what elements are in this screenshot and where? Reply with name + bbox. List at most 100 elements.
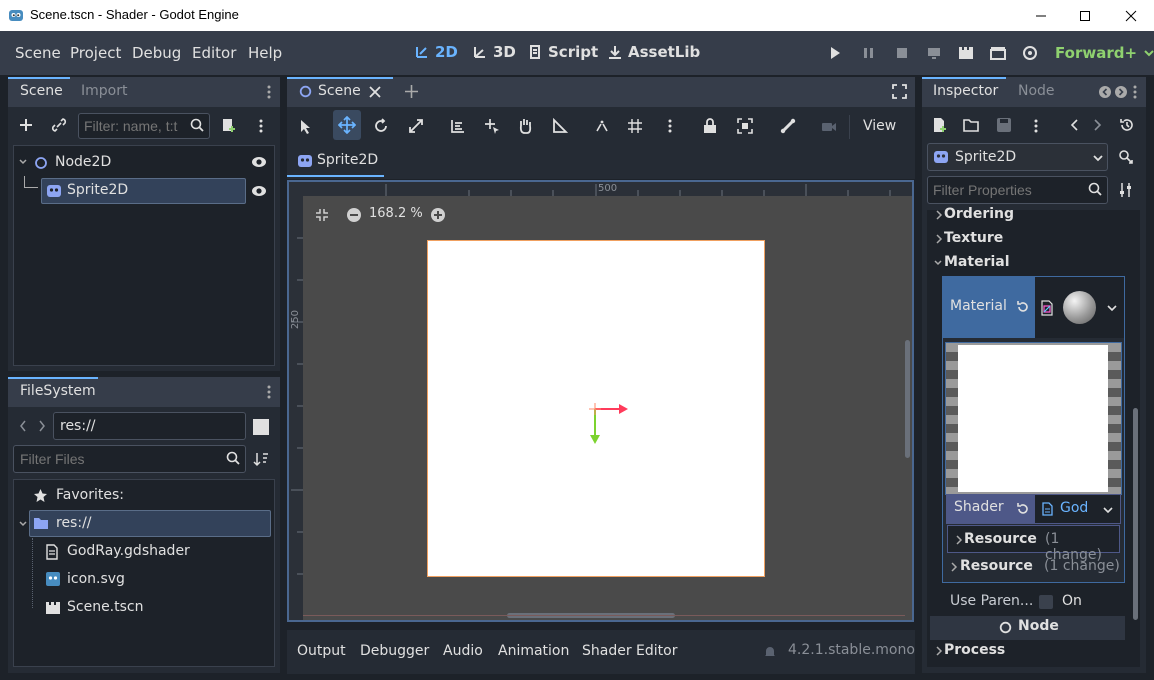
material-resource-row[interactable]: Resource (1 change) [943,553,1124,581]
pause-icon[interactable] [862,46,876,60]
property-options-icon[interactable] [1118,182,1134,198]
close-tab-icon[interactable] [369,86,381,98]
visibility-eye-icon[interactable] [251,184,267,198]
tab-animation[interactable]: Animation [498,643,569,659]
history-icon[interactable] [1119,117,1135,133]
add-node-icon[interactable] [18,117,34,133]
section-ordering[interactable]: Ordering [944,206,1014,222]
menu-debug[interactable]: Debug [132,44,181,62]
dock-menu-icon[interactable] [266,84,272,100]
move-mode-button[interactable] [333,110,361,140]
zoom-out-icon[interactable] [346,207,362,223]
rotate-mode-icon[interactable] [373,118,389,134]
maximize-button[interactable] [1062,0,1108,31]
tab-import[interactable]: Import [81,83,127,99]
snap-options-icon[interactable] [667,118,673,134]
run-scene-icon[interactable] [990,45,1006,61]
zoom-in-icon[interactable] [430,207,446,223]
filter-properties-input[interactable] [927,176,1108,204]
add-tab-icon[interactable] [404,84,419,99]
revert-icon[interactable] [1016,300,1030,314]
grid-snap-icon[interactable] [627,118,643,134]
menu-help[interactable]: Help [248,44,282,62]
list-select-icon[interactable] [450,118,466,134]
section-texture[interactable]: Texture [944,230,1003,246]
tree-node-sprite2d[interactable]: Sprite2D [67,182,128,198]
select-mode-icon[interactable] [299,119,313,135]
stop-icon[interactable] [895,46,909,60]
movie-maker-icon[interactable] [1022,45,1038,61]
revert-icon[interactable] [1016,502,1030,516]
resource-menu-icon[interactable] [1033,118,1039,134]
scene-tab-label[interactable]: Scene [318,83,361,99]
history-forward-icon[interactable] [1093,118,1103,132]
workspace-2d-button[interactable]: 2D [414,43,458,61]
renderer-select[interactable]: Forward+ [1055,44,1154,62]
menu-scene[interactable]: Scene [15,44,61,62]
dock-move-left-icon[interactable] [1098,85,1112,99]
forward-arrow-icon[interactable] [38,419,46,433]
attach-script-icon[interactable] [221,117,237,133]
minimize-button[interactable] [1018,0,1064,31]
dock-menu-icon[interactable] [1132,84,1138,100]
scene-menu-icon[interactable] [258,118,264,134]
chevron-down-icon[interactable] [18,519,28,529]
tab-shader-editor[interactable]: Shader Editor [582,643,677,659]
workspace-3d-button[interactable]: 3D [472,43,516,61]
center-view-icon[interactable] [315,208,329,222]
file-scene-tscn[interactable]: Scene.tscn [67,599,144,615]
workspace-assetlib-button[interactable]: AssetLib [607,43,700,61]
visibility-eye-icon[interactable] [251,155,267,169]
menu-project[interactable]: Project [70,44,121,62]
sort-icon[interactable] [253,451,269,467]
group-icon[interactable] [737,118,753,134]
breadcrumb-sprite2d[interactable]: Sprite2D [317,152,378,168]
tab-inspector[interactable]: Inspector [933,83,998,99]
chevron-down-icon[interactable] [18,157,28,167]
movie-clapper-icon[interactable] [958,45,974,61]
shader-resource-picker[interactable]: God [1035,495,1120,523]
view-menu[interactable]: View [863,118,896,134]
dock-menu-icon[interactable] [266,384,272,400]
tab-node[interactable]: Node [1018,83,1055,99]
tree-node-node2d[interactable]: Node2D [55,154,111,170]
section-process[interactable]: Process [944,642,1005,658]
inspector-scrollbar[interactable] [1133,408,1138,620]
tab-debugger[interactable]: Debugger [360,643,429,659]
remote-debug-icon[interactable] [926,45,942,61]
transform-gizmo[interactable] [585,395,631,447]
play-icon[interactable] [828,45,842,61]
tab-scene[interactable]: Scene [20,83,63,99]
save-icon[interactable] [996,117,1012,133]
material-resource-picker[interactable] [1035,277,1124,338]
history-back-icon[interactable] [1069,118,1079,132]
new-resource-icon[interactable] [932,117,948,133]
tab-audio[interactable]: Audio [443,643,483,659]
notification-bell-icon[interactable] [763,645,777,659]
distraction-free-icon[interactable] [892,84,907,99]
workspace-script-button[interactable]: Script [527,43,598,61]
tab-filesystem[interactable]: FileSystem [20,383,96,399]
shader-resource-row[interactable]: Resource (1 change) [947,525,1120,563]
tab-output[interactable]: Output [297,643,346,659]
ruler-icon[interactable] [552,118,568,134]
menu-editor[interactable]: Editor [192,44,236,62]
viewport-vscroll[interactable] [905,340,910,458]
object-selector[interactable]: Sprite2D [927,143,1108,171]
favorites-label[interactable]: Favorites: [56,487,124,503]
section-material[interactable]: Material [944,254,1010,270]
smart-snap-icon[interactable] [594,118,610,134]
zoom-level[interactable]: 168.2 % [369,206,423,221]
filter-files-input[interactable] [13,445,246,473]
node-tools-icon[interactable] [1118,149,1134,165]
back-arrow-icon[interactable] [19,419,27,433]
file-icon-svg[interactable]: icon.svg [67,571,125,587]
instance-scene-icon[interactable] [51,117,67,133]
dock-move-right-icon[interactable] [1114,85,1128,99]
pivot-icon[interactable] [484,118,500,134]
bone-icon[interactable] [780,118,796,134]
pan-hand-icon[interactable] [517,117,533,135]
use-parent-checkbox[interactable] [1039,595,1053,609]
path-field[interactable]: res:// [53,412,246,440]
split-mode-icon[interactable] [253,419,269,435]
